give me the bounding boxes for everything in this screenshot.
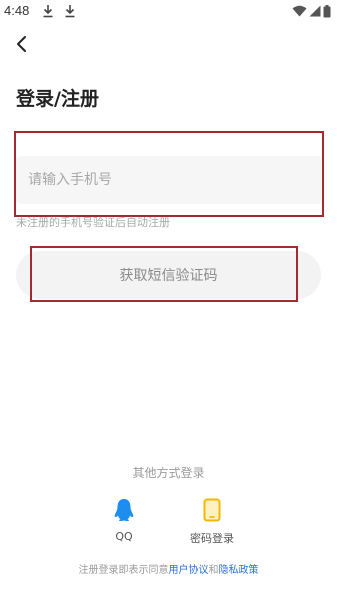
privacy-policy-link[interactable]: 隐私政策 xyxy=(219,565,259,576)
phone-hint: 未注册的手机号验证后自动注册 xyxy=(16,216,170,229)
phone-input[interactable] xyxy=(16,156,321,204)
status-bar: 4:48 xyxy=(0,0,337,24)
agreement-text: 注册登录即表示同意用户协议和隐私政策 xyxy=(0,561,337,576)
status-time: 4:48 xyxy=(4,3,30,18)
user-agreement-link[interactable]: 用户协议 xyxy=(169,565,209,576)
agreement-and: 和 xyxy=(208,565,219,576)
wifi-icon xyxy=(292,5,307,17)
signal-icon xyxy=(309,5,321,17)
agreement-prefix: 注册登录即表示同意 xyxy=(78,565,169,576)
download-icon xyxy=(43,5,53,18)
password-login-option[interactable]: 密码登录 xyxy=(182,498,242,546)
qq-icon xyxy=(114,499,134,522)
login-screen: 4:48 登录/注册 请输入手机号 未注册的手机号验证后自动注册 获取短信验证码… xyxy=(0,0,337,600)
chevron-left-icon xyxy=(17,36,26,52)
phone-device-icon xyxy=(203,498,221,522)
password-login-label: 密码登录 xyxy=(190,532,234,545)
status-icons xyxy=(292,4,331,18)
battery-icon xyxy=(323,4,331,17)
get-code-button[interactable]: 获取短信验证码 xyxy=(16,251,321,299)
back-button[interactable] xyxy=(12,34,32,54)
page-title: 登录/注册 xyxy=(16,88,99,110)
qq-login-label: QQ xyxy=(115,530,133,543)
other-methods-label: 其他方式登录 xyxy=(132,466,205,480)
download-icon xyxy=(65,5,75,18)
phone-field xyxy=(16,156,321,204)
qq-login-option[interactable]: QQ xyxy=(94,498,154,543)
